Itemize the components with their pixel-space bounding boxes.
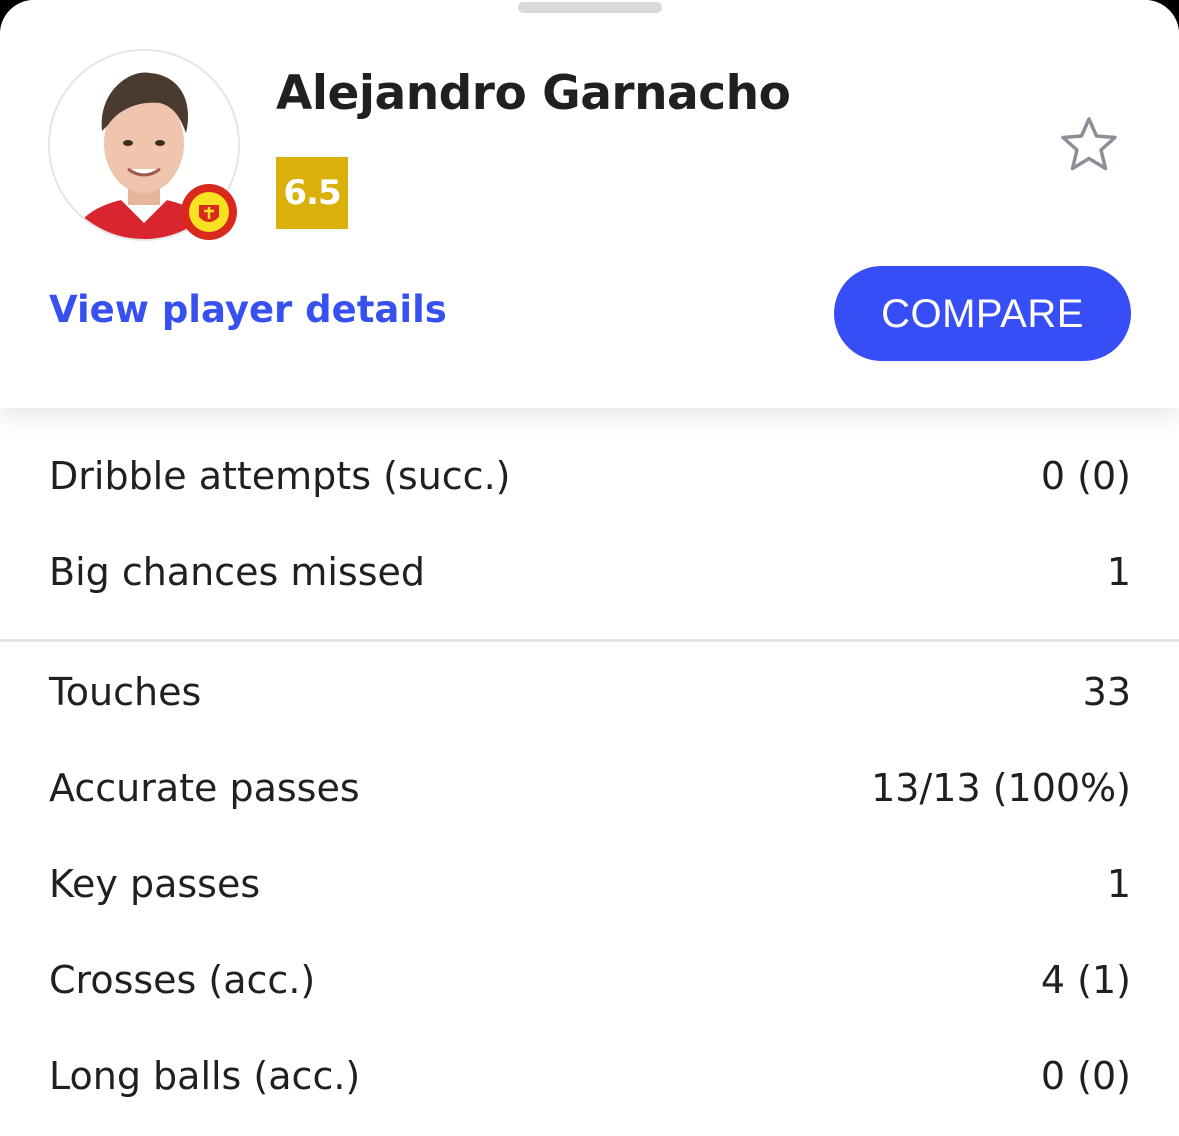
stat-label: Big chances missed <box>49 550 425 594</box>
club-badge-icon <box>181 184 237 240</box>
stat-label: Crosses (acc.) <box>49 958 316 1002</box>
stat-row-big-chances-missed: Big chances missed 1 <box>49 542 1131 602</box>
section-divider <box>0 639 1179 642</box>
stat-value: 1 <box>1106 862 1131 906</box>
view-player-details-link[interactable]: View player details <box>49 288 447 331</box>
player-rating-badge: 6.5 <box>276 157 348 229</box>
stat-value: 0 (0) <box>1040 1054 1131 1098</box>
stat-value: 4 (1) <box>1040 958 1131 1002</box>
stat-value: 33 <box>1082 670 1131 714</box>
stat-row-key-passes: Key passes 1 <box>49 854 1131 914</box>
stat-label: Long balls (acc.) <box>49 1054 361 1098</box>
stat-row-dribble-attempts: Dribble attempts (succ.) 0 (0) <box>49 446 1131 506</box>
player-stats-sheet: Alejandro Garnacho 6.5 View player detai… <box>0 0 1179 1136</box>
stat-value: 13/13 (100%) <box>871 766 1131 810</box>
stat-row-touches: Touches 33 <box>49 662 1131 722</box>
stat-row-accurate-passes: Accurate passes 13/13 (100%) <box>49 758 1131 818</box>
stat-value: 1 <box>1106 550 1131 594</box>
player-header: Alejandro Garnacho 6.5 View player detai… <box>0 0 1179 408</box>
stat-label: Touches <box>49 670 202 714</box>
compare-button[interactable]: COMPARE <box>834 266 1131 361</box>
stat-row-long-balls: Long balls (acc.) 0 (0) <box>49 1046 1131 1106</box>
stat-value: 0 (0) <box>1040 454 1131 498</box>
stat-label: Key passes <box>49 862 261 906</box>
stat-label: Accurate passes <box>49 766 360 810</box>
stat-label: Dribble attempts (succ.) <box>49 454 511 498</box>
stat-row-crosses: Crosses (acc.) 4 (1) <box>49 950 1131 1010</box>
star-outline-icon[interactable] <box>1058 114 1120 176</box>
drag-handle[interactable] <box>518 2 662 13</box>
player-name: Alejandro Garnacho <box>276 66 791 121</box>
